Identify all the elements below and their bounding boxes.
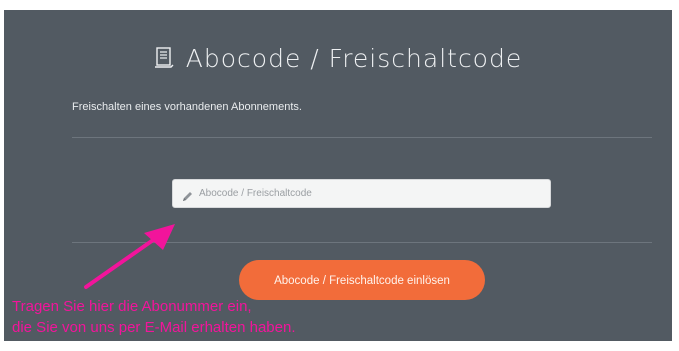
screenshot-stage: Abocode / Freischaltcode Freischalten ei… <box>0 0 679 351</box>
document-icon <box>154 46 174 75</box>
divider <box>72 242 652 243</box>
divider <box>72 137 652 138</box>
page-title: Abocode / Freischaltcode <box>185 44 523 73</box>
annotation-line-2: die Sie von uns per E-Mail erhalten habe… <box>12 319 296 336</box>
redeem-code-panel: Abocode / Freischaltcode Freischalten ei… <box>4 10 672 341</box>
page-subtitle: Freischalten eines vorhandenen Abonnemen… <box>72 101 302 113</box>
code-input[interactable] <box>199 180 539 207</box>
code-input-wrapper[interactable] <box>172 179 551 208</box>
pencil-icon <box>181 188 193 201</box>
redeem-code-button[interactable]: Abocode / Freischaltcode einlösen <box>239 260 485 300</box>
annotation-line-1: Tragen Sie hier die Abonummer ein, <box>12 298 252 315</box>
page-title-row: Abocode / Freischaltcode <box>4 44 672 75</box>
annotation-text: Tragen Sie hier die Abonummer ein, die S… <box>12 296 296 338</box>
